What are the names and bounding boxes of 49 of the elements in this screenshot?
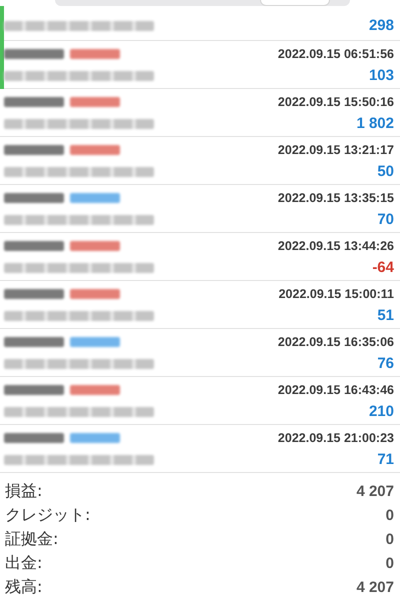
deal-row[interactable]: 2022.09.15 06:51:56 103 xyxy=(0,41,400,89)
deal-profit: 210 xyxy=(368,403,394,420)
blurred-text xyxy=(4,48,64,58)
deal-time: 2022.09.15 13:44:26 xyxy=(278,238,394,252)
blurred-text xyxy=(4,96,64,106)
deal-row[interactable]: 2022.09.15 16:43:46 210 xyxy=(0,377,400,425)
deal-row[interactable]: 2022.09.15 13:35:15 70 xyxy=(0,185,400,233)
blurred-text xyxy=(4,240,64,250)
deal-profit: 1 802 xyxy=(356,115,394,132)
summary-label: 残高: xyxy=(5,576,42,598)
deal-time: 2022.09.15 16:35:06 xyxy=(278,334,394,348)
summary-value: 0 xyxy=(386,506,394,524)
deal-time: 2022.09.15 13:21:17 xyxy=(278,142,394,156)
deal-time: 2022.09.15 13:35:15 xyxy=(278,190,394,204)
deal-profit: 51 xyxy=(377,307,394,324)
deal-profit: 76 xyxy=(377,355,394,372)
deal-row[interactable]: 2022.09.15 15:00:11 51 xyxy=(0,281,400,329)
deal-row[interactable]: 2022.09.15 15:50:16 1 802 xyxy=(0,89,400,137)
blurred-text xyxy=(4,288,64,298)
deal-row[interactable]: 2022.09.15 21:00:23 71 xyxy=(0,425,400,473)
summary-value: 0 xyxy=(386,530,394,548)
deal-profit: 71 xyxy=(377,451,394,468)
blurred-text xyxy=(4,336,64,346)
toolbar-button[interactable] xyxy=(260,0,330,6)
summary-label: 出金: xyxy=(5,552,42,574)
deal-profit: 70 xyxy=(377,211,394,228)
deal-row[interactable]: 2022.09.15 13:44:26 -64 xyxy=(0,233,400,281)
summary-value: 4 207 xyxy=(356,578,394,596)
summary-value: 0 xyxy=(386,554,394,572)
deal-time: 2022.09.15 15:50:16 xyxy=(278,94,394,108)
deal-time: 2022.09.15 06:51:56 xyxy=(278,46,394,60)
summary-value: 4 207 xyxy=(356,482,394,500)
summary-label: 証拠金: xyxy=(5,528,58,550)
blurred-text xyxy=(4,384,64,394)
deal-row[interactable]: 298 xyxy=(0,6,400,41)
deal-time: 2022.09.15 16:43:46 xyxy=(278,382,394,396)
deal-profit: 50 xyxy=(377,163,394,180)
deal-profit: -64 xyxy=(372,259,394,276)
deal-time: 2022.09.15 21:00:23 xyxy=(278,430,394,444)
deal-row[interactable]: 2022.09.15 16:35:06 76 xyxy=(0,329,400,377)
deal-profit: 298 xyxy=(368,17,394,34)
blurred-text xyxy=(4,192,64,202)
deal-row[interactable]: 2022.09.15 13:21:17 50 xyxy=(0,137,400,185)
blurred-text xyxy=(4,432,64,442)
deal-profit: 103 xyxy=(368,67,394,84)
summary-label: 損益: xyxy=(5,480,42,502)
deal-time: 2022.09.15 15:00:11 xyxy=(278,286,394,300)
blurred-text xyxy=(4,144,64,154)
summary-label: クレジット: xyxy=(5,504,90,526)
